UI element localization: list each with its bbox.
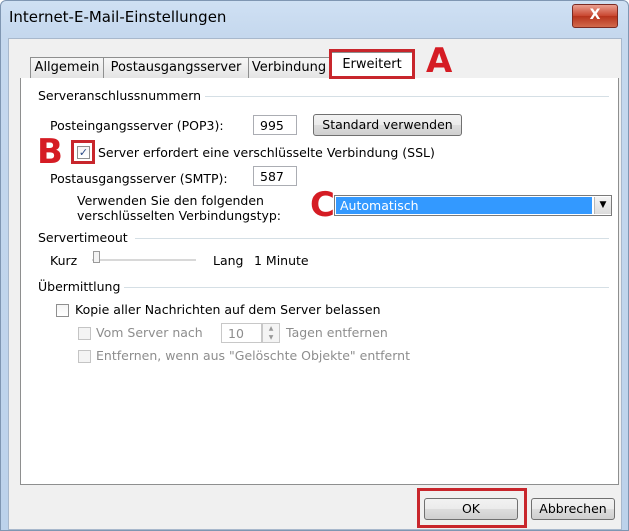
highlight-box-tab-erweitert xyxy=(329,49,415,79)
keep-copy-checkbox[interactable] xyxy=(56,304,69,317)
encryption-type-select[interactable]: Automatisch ▼ xyxy=(334,195,612,216)
group-label-timeout: Servertimeout xyxy=(38,230,132,245)
default-ports-button[interactable]: Standard verwenden xyxy=(313,114,462,136)
close-icon: X xyxy=(589,7,601,23)
window-title: Internet-E-Mail-Einstellungen xyxy=(9,8,227,26)
group-divider-timeout xyxy=(135,238,609,239)
remove-after-checkbox[interactable] xyxy=(78,327,91,340)
timeout-slider-track[interactable] xyxy=(92,259,196,262)
marker-b: B xyxy=(37,132,63,172)
remove-after-days-input[interactable]: 10 xyxy=(221,323,262,343)
pop3-label: Posteingangsserver (POP3): xyxy=(50,118,224,133)
keep-copy-label: Kopie aller Nachrichten auf dem Server b… xyxy=(75,302,381,317)
group-label-ports: Serveranschlussnummern xyxy=(38,88,206,103)
ssl-label: Server erfordert eine verschlüsselte Ver… xyxy=(98,145,435,160)
smtp-label: Postausgangsserver (SMTP): xyxy=(50,171,228,186)
group-divider-ports xyxy=(205,96,609,97)
ok-button[interactable]: OK xyxy=(424,498,518,520)
marker-a: A xyxy=(426,41,453,81)
group-label-delivery: Übermittlung xyxy=(38,279,125,294)
timeout-value: 1 Minute xyxy=(254,253,309,268)
timeout-slider-thumb[interactable] xyxy=(93,251,100,263)
cancel-button[interactable]: Abbrechen xyxy=(531,498,615,520)
timeout-short-label: Kurz xyxy=(50,253,78,268)
days-spinner[interactable]: ▲ ▼ xyxy=(262,323,280,343)
remove-after-label: Vom Server nach xyxy=(96,325,203,340)
spin-up-icon[interactable]: ▲ xyxy=(263,324,279,333)
group-divider-delivery xyxy=(122,287,609,288)
days-suffix-label: Tagen entfernen xyxy=(286,325,388,340)
spin-down-icon[interactable]: ▼ xyxy=(263,333,279,342)
tab-allgemein[interactable]: Allgemein xyxy=(30,57,104,78)
tab-postausgangsserver[interactable]: Postausgangsserver xyxy=(103,57,249,78)
ssl-checkbox[interactable]: ✓ xyxy=(77,146,90,159)
timeout-long-label: Lang xyxy=(213,253,244,268)
encryption-label-line2: verschlüsselten Verbindungstyp: xyxy=(77,208,282,223)
smtp-port-input[interactable]: 587 xyxy=(253,166,297,186)
checkmark-icon: ✓ xyxy=(78,146,89,159)
encryption-label-line1: Verwenden Sie den folgenden xyxy=(77,193,264,208)
tab-verbindung[interactable]: Verbindung xyxy=(248,57,330,78)
marker-c: C xyxy=(310,185,335,225)
encryption-type-value: Automatisch xyxy=(336,197,592,214)
close-button[interactable]: X xyxy=(572,4,618,28)
remove-deleted-label: Entfernen, wenn aus "Gelöschte Objekte" … xyxy=(96,348,410,363)
remove-deleted-checkbox[interactable] xyxy=(78,350,91,363)
pop3-port-input[interactable]: 995 xyxy=(253,115,297,135)
dropdown-arrow-icon[interactable]: ▼ xyxy=(594,197,611,214)
